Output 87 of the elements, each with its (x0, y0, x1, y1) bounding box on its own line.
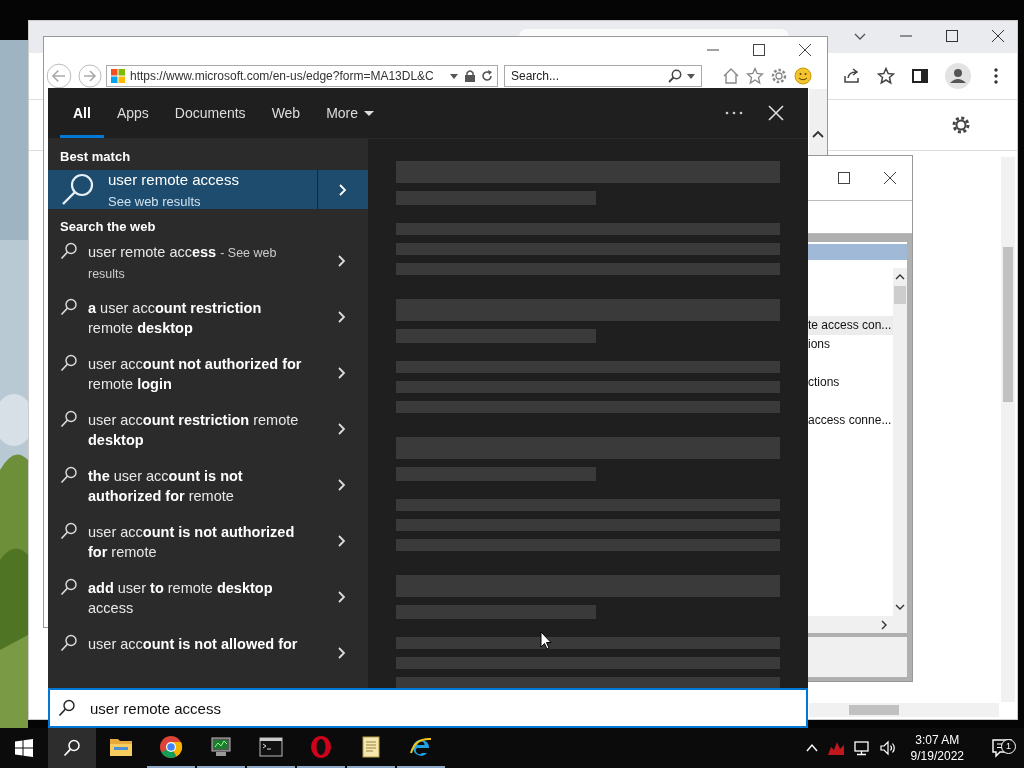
search-input-field[interactable]: user remote access (48, 688, 808, 728)
search-icon (60, 298, 78, 316)
suggestion-item[interactable]: user account is not allowed for (48, 632, 368, 688)
tab[interactable]: Documents (161, 88, 259, 138)
search-icon (58, 699, 76, 717)
address-field[interactable]: https://www.microsoft.com/en-us/edge?form=MA13DL&C (106, 65, 498, 87)
maximize-icon[interactable] (945, 29, 959, 43)
list-item[interactable]: ions (808, 335, 893, 354)
search-button[interactable] (48, 728, 96, 768)
search-icon (60, 466, 78, 484)
suggestion-text: the user account is not authorized for remote (88, 467, 244, 506)
chevron-down-icon[interactable] (895, 602, 905, 612)
windows-logo-icon (111, 69, 125, 83)
close-icon[interactable] (991, 29, 1005, 43)
list-item[interactable]: ctions (808, 373, 893, 392)
url-text: https://www.microsoft.com/en-us/edge?form=MA13DL&C (130, 69, 435, 83)
scroll-thumb[interactable] (894, 286, 906, 304)
maximize-icon[interactable] (838, 172, 850, 184)
profile-icon[interactable] (945, 63, 971, 89)
suggestion-text: add user to remote desktop access (88, 579, 274, 618)
suggestion-item[interactable]: the user account is not authorized for remote (48, 464, 368, 520)
maximize-icon[interactable] (753, 44, 765, 56)
volume-icon[interactable] (878, 739, 897, 757)
suggestion-text: user account is not authorized for remote (88, 523, 296, 562)
close-icon[interactable] (799, 44, 811, 56)
search-icon (63, 739, 81, 757)
scrollbar[interactable] (893, 268, 907, 616)
search-icon (60, 242, 78, 260)
notepad-icon (359, 735, 383, 759)
list-item[interactable]: te access con... (808, 316, 893, 335)
suggestion-item[interactable]: add user to remote desktop access (48, 576, 368, 632)
suggestion-item[interactable]: a user account restriction remote desktop (48, 296, 368, 352)
back-icon[interactable] (46, 63, 72, 89)
tab[interactable]: Apps (103, 88, 162, 138)
smiley-icon[interactable] (794, 67, 812, 85)
notifications-button[interactable]: 1 (978, 738, 1016, 758)
time-text: 3:07 AM (915, 733, 960, 747)
terminal-icon (259, 735, 283, 759)
chrome-icon (159, 735, 183, 759)
ie-icon (409, 735, 433, 759)
date-text: 9/19/2022 (910, 749, 964, 763)
suggestion-item[interactable]: user account restriction remote desktop (48, 408, 368, 464)
tab[interactable]: Web (258, 88, 314, 138)
result-subtitle: See web results (108, 193, 202, 209)
search-icon (60, 634, 78, 652)
chevron-up-icon[interactable] (895, 272, 905, 282)
caret-icon[interactable] (449, 71, 459, 81)
section-heading: Search the web (59, 218, 157, 236)
scrollbar[interactable] (1001, 157, 1015, 702)
home-icon[interactable] (722, 67, 740, 85)
suggestion-text: user remote access - See web results (88, 243, 278, 283)
notification-badge: 1 (1001, 739, 1016, 754)
section-heading: Best match (59, 148, 132, 166)
star-icon[interactable] (877, 67, 895, 85)
caret-icon[interactable] (686, 71, 696, 81)
search-icon (60, 354, 78, 372)
sidebar-icon[interactable] (911, 67, 929, 85)
windows-logo-icon (15, 739, 33, 757)
list-item[interactable]: access conne... (808, 411, 893, 430)
search-icon (60, 578, 78, 596)
suggestion-text: user account not authorized for remote login (88, 355, 303, 394)
suggestion-item[interactable]: user remote access - See web results (48, 240, 368, 296)
share-icon[interactable] (843, 67, 861, 85)
cursor-icon (540, 631, 552, 650)
star-icon[interactable] (746, 67, 764, 85)
scrollbar[interactable] (809, 703, 999, 717)
suggestion-text: a user account restriction remote desktop (88, 299, 263, 338)
suggestion-text: user account restriction remote desktop (88, 411, 300, 450)
search-icon (60, 522, 78, 540)
clock[interactable]: 3:07 AM 9/19/2022 (904, 733, 970, 763)
lock-icon (464, 70, 476, 82)
close-icon[interactable] (766, 103, 786, 123)
tab[interactable]: More (313, 88, 388, 138)
chevron-right-icon[interactable] (879, 619, 889, 630)
search-field[interactable]: Search... (504, 65, 702, 87)
suggestion-item[interactable]: user account not authorized for remote login (48, 352, 368, 408)
close-icon[interactable] (884, 172, 896, 184)
suggestion-text: user account is not allowed for (88, 635, 299, 654)
search-icon[interactable] (668, 69, 682, 83)
caret-icon (364, 108, 375, 118)
monitor-icon (209, 735, 233, 759)
network-icon[interactable] (852, 739, 871, 757)
suggestion-item[interactable]: user account is not authorized for remote (48, 520, 368, 576)
search-icon (60, 410, 78, 428)
opera-icon (309, 735, 333, 759)
refresh-icon[interactable] (481, 70, 493, 82)
result-title: user remote access (108, 170, 239, 188)
